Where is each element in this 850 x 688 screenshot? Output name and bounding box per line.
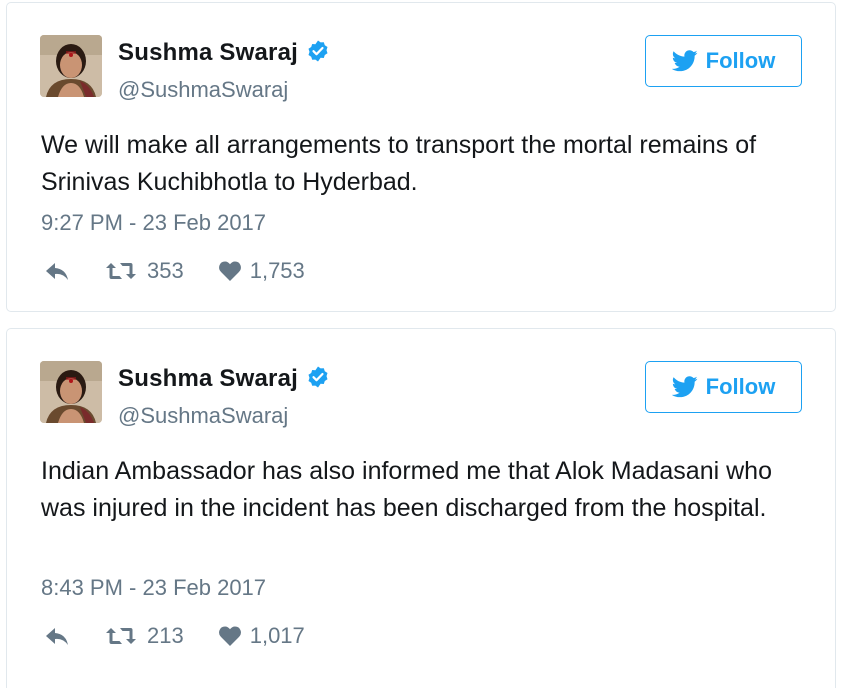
verified-badge-icon	[308, 366, 328, 388]
author-handle[interactable]: @SushmaSwaraj	[118, 403, 288, 429]
avatar-image	[40, 361, 102, 423]
reply-button[interactable]	[43, 260, 71, 282]
author-name[interactable]: Sushma Swaraj	[118, 39, 298, 67]
verified-badge-icon	[308, 40, 328, 62]
tweet-text: Indian Ambassador has also informed me t…	[41, 457, 772, 522]
follow-button[interactable]: Follow	[645, 361, 802, 413]
follow-label: Follow	[705, 48, 776, 73]
author-name-row[interactable]: Sushma Swaraj	[118, 39, 330, 67]
tweet-timestamp[interactable]: 8:43 PM - 23 Feb 2017	[41, 575, 266, 601]
reply-icon	[46, 628, 68, 645]
like-button[interactable]: 1,017	[218, 623, 305, 649]
follow-button[interactable]: Follow	[645, 35, 802, 87]
retweet-count: 213	[147, 623, 184, 648]
reply-button[interactable]	[43, 625, 71, 647]
avatar[interactable]	[40, 35, 102, 97]
author-name[interactable]: Sushma Swaraj	[118, 365, 298, 393]
tweet-card: Sushma Swaraj @SushmaSwaraj Follow We wi…	[6, 2, 836, 312]
retweet-icon	[106, 628, 136, 644]
retweet-icon	[106, 263, 136, 279]
heart-icon	[218, 626, 241, 646]
tweet-actions: 353 1,753	[43, 258, 305, 284]
reply-icon	[46, 263, 68, 280]
retweet-button[interactable]: 353	[105, 258, 184, 284]
retweet-count: 353	[147, 258, 184, 283]
tweet-card: Sushma Swaraj @SushmaSwaraj Follow India…	[6, 328, 836, 688]
twitter-bird-icon	[671, 50, 698, 72]
avatar[interactable]	[40, 361, 102, 423]
tweet-actions: 213 1,017	[43, 623, 305, 649]
author-handle[interactable]: @SushmaSwaraj	[118, 77, 288, 103]
heart-icon	[218, 261, 241, 281]
author-name-row[interactable]: Sushma Swaraj	[118, 365, 330, 393]
tweet-text: We will make all arrangements to transpo…	[41, 131, 757, 196]
retweet-button[interactable]: 213	[105, 623, 184, 649]
like-count: 1,017	[249, 623, 305, 648]
follow-label: Follow	[705, 374, 776, 399]
twitter-bird-icon	[671, 376, 698, 398]
like-count: 1,753	[249, 258, 305, 283]
like-button[interactable]: 1,753	[218, 258, 305, 284]
tweet-timestamp[interactable]: 9:27 PM - 23 Feb 2017	[41, 210, 266, 236]
avatar-image	[40, 35, 102, 97]
